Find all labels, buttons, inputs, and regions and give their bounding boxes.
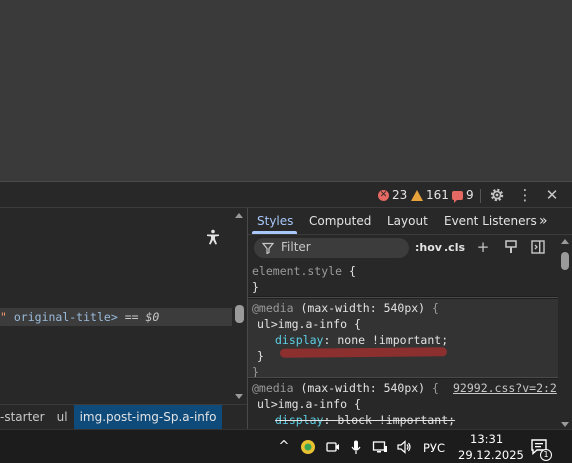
microphone-tray-button[interactable] xyxy=(348,439,364,455)
annotation-scribble xyxy=(279,347,448,358)
active-tab-indicator xyxy=(252,231,297,234)
filter-placeholder: Filter xyxy=(281,240,311,254)
breadcrumb-item-active[interactable]: img.post-img-Sp.a-info xyxy=(73,405,223,429)
scroll-up-icon[interactable] xyxy=(235,213,243,218)
new-rule-button[interactable]: + xyxy=(474,238,492,256)
scroll-up-icon[interactable] xyxy=(561,239,569,244)
tray-app-button[interactable] xyxy=(300,439,316,455)
attr-value-quote: " xyxy=(0,310,7,324)
close-icon: ✕ xyxy=(545,186,559,204)
breadcrumb-item[interactable]: ul xyxy=(51,405,74,429)
cls-toggle[interactable]: .cls xyxy=(444,241,465,254)
devtools-toolbar: ✕ 23 161 9 ⋮ ✕ xyxy=(0,181,572,208)
clock-time[interactable]: 13:31 xyxy=(470,432,503,446)
rule-divider xyxy=(248,297,558,298)
tab-computed[interactable]: Computed xyxy=(309,208,371,234)
media-query: (max-width: 540px) xyxy=(300,301,426,315)
selected-node-row[interactable]: " original-title> == $0 xyxy=(0,308,232,326)
gear-icon xyxy=(490,188,504,202)
rule-divider xyxy=(248,377,558,378)
scrollbar-thumb[interactable] xyxy=(235,305,244,323)
css-property[interactable]: display xyxy=(275,333,323,347)
plus-icon: + xyxy=(476,238,490,256)
rule-selector[interactable]: ul>img.a-info xyxy=(257,397,347,411)
brace-close: } xyxy=(257,349,264,363)
camera-icon xyxy=(326,442,339,452)
scroll-down-icon[interactable] xyxy=(235,394,243,399)
warning-count: 161 xyxy=(426,188,449,202)
more-options-button[interactable]: ⋮ xyxy=(515,185,535,205)
clock-date[interactable]: 29.12.2025 xyxy=(458,448,524,462)
issues-icon xyxy=(452,190,463,203)
css-value-overridden[interactable]: block !important; xyxy=(337,413,455,427)
filter-input[interactable] xyxy=(254,238,409,258)
rule-selector: element.style xyxy=(252,264,343,278)
kebab-menu-icon: ⋮ xyxy=(517,186,533,204)
toolbar-divider xyxy=(480,189,481,203)
warning-icon xyxy=(411,189,423,201)
page-viewport xyxy=(0,0,572,181)
elements-scrollbar[interactable] xyxy=(232,208,247,404)
filter-icon xyxy=(262,242,274,254)
brush-icon xyxy=(505,240,517,253)
scroll-down-icon[interactable] xyxy=(561,422,569,427)
brace-open: { xyxy=(353,317,361,331)
breadcrumb-item[interactable]: -starter xyxy=(0,405,51,429)
brace-open: { xyxy=(432,381,439,395)
stylesheet-source-link[interactable]: 92992.css?v=2:2 xyxy=(453,381,557,395)
network-icon xyxy=(372,441,387,453)
issues-count: 9 xyxy=(466,188,474,202)
error-counter[interactable]: ✕ 23 xyxy=(378,188,407,202)
tab-layout[interactable]: Layout xyxy=(387,208,428,234)
rule-selector[interactable]: ul>img.a-info xyxy=(257,317,347,331)
hov-toggle[interactable]: :hov xyxy=(415,241,442,254)
volume-tray-button[interactable] xyxy=(396,439,412,455)
show-hidden-icons-button[interactable]: ^ xyxy=(276,439,292,455)
colon: : xyxy=(323,333,331,347)
app-tray-icon xyxy=(301,440,315,454)
network-tray-button[interactable] xyxy=(372,439,388,455)
more-tabs-button[interactable]: » xyxy=(539,208,548,234)
scrollbar-thumb[interactable] xyxy=(561,252,569,270)
brace-close: } xyxy=(252,280,259,294)
styles-scrollbar[interactable] xyxy=(558,235,572,429)
settings-button[interactable] xyxy=(487,185,507,205)
console-var: $0 xyxy=(145,310,160,324)
camera-tray-button[interactable] xyxy=(325,439,341,455)
attr-name: original-title xyxy=(13,310,111,324)
breadcrumb: -starter ul img.post-img-Sp.a-info xyxy=(0,404,247,429)
error-count: 23 xyxy=(392,188,408,202)
media-keyword: @media xyxy=(252,301,294,315)
brace-open: { xyxy=(353,397,361,411)
speaker-icon xyxy=(397,440,411,454)
close-devtools-button[interactable]: ✕ xyxy=(542,185,562,205)
brace-open: { xyxy=(432,301,439,315)
equals-sign: == xyxy=(124,310,139,324)
accessibility-tree-button[interactable] xyxy=(204,228,222,246)
colon: : xyxy=(323,413,331,427)
media-keyword: @media xyxy=(252,381,294,395)
toggle-sidebar-button[interactable] xyxy=(529,238,547,256)
warning-counter[interactable]: 161 xyxy=(411,188,449,202)
media-rule-1[interactable]: @media (max-width: 540px) { ul>img.a-inf… xyxy=(248,299,558,379)
element-style-rule[interactable]: element.style { } xyxy=(248,262,558,296)
chevron-up-icon: ^ xyxy=(278,439,290,454)
tab-event-listeners[interactable]: Event Listeners xyxy=(444,208,537,234)
sidebar-icon xyxy=(531,240,545,254)
brace-open: { xyxy=(348,264,356,278)
error-icon: ✕ xyxy=(378,189,389,201)
tag-close: > xyxy=(110,310,118,324)
elements-tree[interactable] xyxy=(0,208,232,404)
input-language-indicator[interactable]: РУС xyxy=(423,441,445,455)
media-query: (max-width: 540px) xyxy=(300,381,426,395)
issues-counter[interactable]: 9 xyxy=(452,188,474,203)
rendering-emulation-button[interactable] xyxy=(502,238,520,256)
css-property-overridden[interactable]: display xyxy=(275,413,323,427)
accessibility-icon xyxy=(207,229,219,245)
notification-count-badge: 1 xyxy=(540,449,552,461)
microphone-icon xyxy=(351,440,361,454)
css-value[interactable]: none !important; xyxy=(337,333,448,347)
